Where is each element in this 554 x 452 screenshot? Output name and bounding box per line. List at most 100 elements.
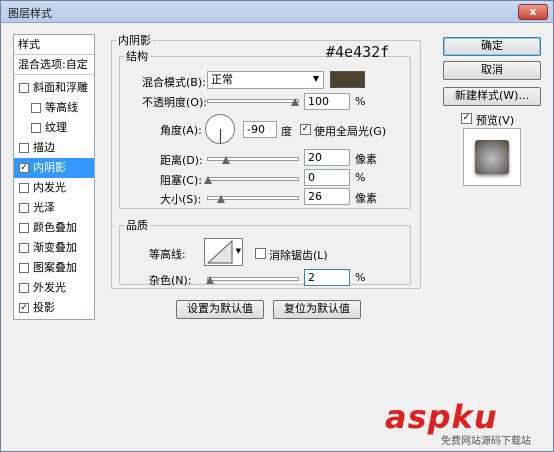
style-item-label: 内阴影 [33,161,66,174]
size-input[interactable]: 26 [304,188,350,205]
styles-header-label: 样式 [18,38,40,51]
style-item-9[interactable]: 图案叠加 [14,258,94,278]
close-button[interactable]: x [518,4,548,20]
angle-unit: 度 [281,125,292,138]
ok-button[interactable]: 确定 [443,37,541,56]
style-checkbox[interactable] [19,243,29,253]
shadow-color-swatch[interactable] [330,71,365,88]
noise-slider-thumb[interactable] [206,276,214,284]
style-item-2[interactable]: 纹理 [14,118,94,138]
title-bar[interactable]: 图层样式 x [1,1,553,23]
opacity-unit: % [355,95,366,108]
angle-label: 角度(A): [160,124,202,137]
style-item-label: 光泽 [33,201,55,214]
style-item-label: 斜面和浮雕 [33,81,88,94]
style-item-label: 内发光 [33,181,66,194]
noise-input[interactable]: 2 [304,269,350,286]
style-item-1[interactable]: 等高线 [14,98,94,118]
blend-mode-label: 混合模式(B): [142,76,206,89]
watermark-subtitle: 免费网站源码下载站 [441,436,531,447]
style-checkbox[interactable] [19,223,29,233]
choke-label: 阻塞(C): [160,174,202,187]
blend-options-item[interactable]: 混合选项:自定 [14,55,94,75]
noise-label: 杂色(N): [149,274,192,287]
contour-picker[interactable]: ▼ [204,238,243,266]
style-checkbox[interactable] [31,103,41,113]
choke-input[interactable]: 0 [304,169,350,186]
distance-slider-thumb[interactable] [222,156,230,164]
inner-shadow-title: 内阴影 [118,34,151,47]
contour-dropdown-icon: ▼ [235,247,241,255]
preview-checkbox[interactable]: ✓ [461,113,472,124]
style-item-10[interactable]: 外发光 [14,278,94,298]
preview-swatch [475,140,509,174]
style-item-label: 纹理 [45,121,67,134]
style-checkbox[interactable] [19,263,29,273]
angle-dial[interactable] [205,114,235,144]
dropdown-arrow-icon: ▼ [312,74,319,83]
style-item-5[interactable]: 内发光 [14,178,94,198]
choke-slider[interactable] [207,177,299,181]
noise-unit: % [355,271,366,284]
new-style-button[interactable]: 新建样式(W)... [443,87,541,106]
preview-label: 预览(V) [476,114,515,127]
style-checkbox[interactable] [19,143,29,153]
size-unit: 像素 [355,192,377,205]
styles-header: 样式 [14,35,94,55]
distance-unit: 像素 [355,153,377,166]
style-item-11[interactable]: ✓ 投影 [14,298,94,318]
angle-input[interactable]: -90 [243,121,277,138]
choke-unit: % [355,171,366,184]
style-preview [463,128,521,186]
size-label: 大小(S): [160,193,202,206]
style-item-3[interactable]: 描边 [14,138,94,158]
cancel-button[interactable]: 取消 [443,61,541,80]
style-checkbox[interactable]: ✓ [19,163,29,173]
style-item-label: 外发光 [33,281,66,294]
style-item-6[interactable]: 光泽 [14,198,94,218]
opacity-slider-thumb[interactable] [291,98,299,106]
opacity-slider[interactable] [207,99,299,103]
style-item-label: 等高线 [45,101,78,114]
distance-label: 距离(D): [160,154,203,167]
choke-slider-thumb[interactable] [204,176,212,184]
opacity-input[interactable]: 100 [304,93,350,110]
global-light-label: 使用全局光(G) [314,125,387,138]
style-checkbox[interactable] [19,283,29,293]
watermark-logo: aspku [385,398,498,436]
antialias-checkbox[interactable] [255,248,266,259]
blend-mode-select[interactable]: 正常 ▼ [207,71,324,89]
style-item-label: 描边 [33,141,55,154]
style-item-7[interactable]: 颜色叠加 [14,218,94,238]
blend-options-label: 混合选项:自定 [18,58,88,71]
styles-list: 样式混合选项:自定斜面和浮雕等高线纹理描边 ✓ 内阴影内发光光泽颜色叠加渐变叠加图案… [13,34,95,320]
contour-icon [206,239,233,264]
style-item-label: 图案叠加 [33,261,77,274]
style-item-8[interactable]: 渐变叠加 [14,238,94,258]
style-item-label: 投影 [33,301,55,314]
distance-slider[interactable] [207,157,299,161]
opacity-label: 不透明度(O): [142,96,207,109]
distance-input[interactable]: 20 [304,149,350,166]
size-slider-thumb[interactable] [217,195,225,203]
noise-slider[interactable] [207,277,299,281]
angle-dial-needle [220,129,221,143]
style-checkbox[interactable]: ✓ [19,303,29,313]
structure-title: 结构 [126,50,148,63]
layer-style-dialog: 图层样式 x 样式混合选项:自定斜面和浮雕等高线纹理描边 ✓ 内阴影内发光光泽颜色叠… [0,0,554,452]
reset-default-button[interactable]: 复位为默认值 [273,300,361,319]
style-checkbox[interactable] [19,203,29,213]
style-checkbox[interactable] [19,83,29,93]
global-light-checkbox[interactable]: ✓ [300,124,311,135]
quality-title: 品质 [126,219,148,232]
style-checkbox[interactable] [19,183,29,193]
blend-mode-value: 正常 [211,73,233,86]
color-annotation: #4e432f [326,43,390,61]
make-default-button[interactable]: 设置为默认值 [176,300,264,319]
style-item-0[interactable]: 斜面和浮雕 [14,78,94,98]
contour-label: 等高线: [149,248,186,261]
style-item-label: 颜色叠加 [33,221,77,234]
style-item-4[interactable]: ✓ 内阴影 [14,158,94,178]
style-checkbox[interactable] [31,123,41,133]
window-title: 图层样式 [8,7,52,20]
